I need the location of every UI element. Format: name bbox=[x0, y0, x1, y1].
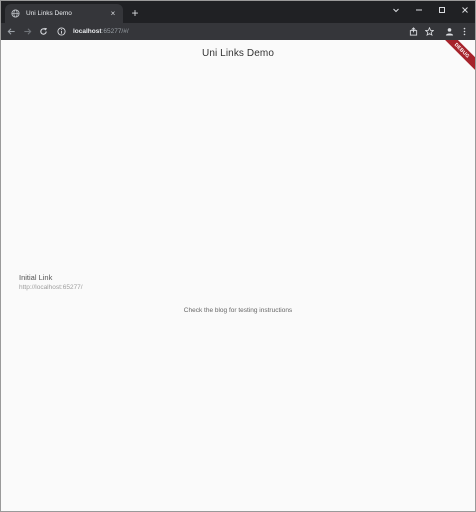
maximize-icon[interactable] bbox=[433, 3, 451, 17]
tab-uni-links-demo[interactable]: Uni Links Demo × bbox=[5, 4, 123, 23]
blog-instructions-text: Check the blog for testing instructions bbox=[183, 307, 293, 314]
tab-search-icon[interactable] bbox=[387, 3, 405, 17]
tab-strip: Uni Links Demo × + bbox=[1, 1, 475, 23]
close-window-icon[interactable] bbox=[456, 3, 474, 17]
globe-icon bbox=[11, 9, 20, 18]
minimize-icon[interactable] bbox=[410, 3, 428, 17]
tab-title: Uni Links Demo bbox=[26, 10, 72, 17]
forward-arrow-icon[interactable] bbox=[21, 25, 34, 38]
reload-icon[interactable] bbox=[37, 25, 50, 38]
info-icon[interactable] bbox=[57, 27, 66, 36]
new-tab-button[interactable]: + bbox=[128, 6, 142, 20]
url-text: localhost:65277/#/ bbox=[73, 28, 129, 35]
page-content: Uni Links Demo DEBUG Initial Link http:/… bbox=[1, 40, 475, 511]
address-bar[interactable]: localhost:65277/#/ bbox=[53, 25, 403, 38]
profile-icon[interactable] bbox=[443, 25, 456, 38]
initial-link-value: http://localhost:65277/ bbox=[19, 284, 83, 291]
bookmark-star-icon[interactable] bbox=[423, 25, 436, 38]
initial-link-label: Initial Link bbox=[19, 273, 53, 282]
browser-toolbar: localhost:65277/#/ bbox=[1, 23, 475, 40]
menu-kebab-icon[interactable] bbox=[458, 25, 471, 38]
back-arrow-icon[interactable] bbox=[5, 25, 18, 38]
share-icon[interactable] bbox=[407, 25, 420, 38]
tab-close-icon[interactable]: × bbox=[108, 9, 118, 19]
page-title: Uni Links Demo bbox=[202, 48, 274, 59]
url-path: :65277/#/ bbox=[101, 28, 129, 35]
browser-window: Uni Links Demo × + localhost:65277/#/ Un… bbox=[0, 0, 476, 512]
url-host: localhost bbox=[73, 28, 102, 35]
